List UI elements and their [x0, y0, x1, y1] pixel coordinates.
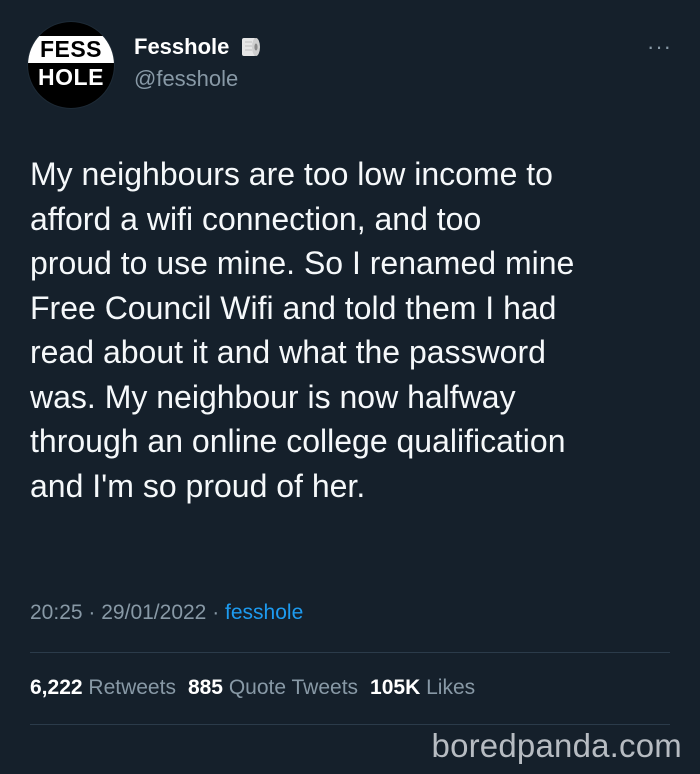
tweet-stats: 6,222 Retweets 885 Quote Tweets 105K Likes: [30, 676, 475, 700]
avatar-text-bottom: HOLE: [38, 64, 104, 90]
retweets-label: Retweets: [88, 676, 176, 699]
quote-tweets-stat[interactable]: 885 Quote Tweets: [188, 676, 358, 699]
divider: [30, 652, 670, 653]
tweet: FESS HOLE Fesshole @fesshole ··· My neig…: [0, 0, 700, 774]
tweet-meta: 20:25 · 29/01/2022 · fesshole: [30, 601, 303, 625]
avatar-text-top: FESS: [28, 36, 114, 63]
tweet-header: FESS HOLE Fesshole @fesshole ···: [28, 22, 672, 108]
retweets-count: 6,222: [30, 676, 83, 699]
retweets-stat[interactable]: 6,222 Retweets: [30, 676, 176, 699]
likes-label: Likes: [426, 676, 476, 699]
quote-tweets-label: Quote Tweets: [228, 676, 359, 699]
user-handle[interactable]: @fesshole: [134, 66, 263, 92]
avatar[interactable]: FESS HOLE: [28, 22, 114, 108]
user-info: Fesshole @fesshole: [134, 32, 263, 92]
quote-tweets-count: 885: [187, 676, 223, 699]
likes-count: 105K: [370, 676, 421, 699]
more-options-icon[interactable]: ···: [647, 36, 672, 58]
toilet-paper-icon: [239, 35, 263, 59]
tweet-date[interactable]: 29/01/2022: [101, 601, 206, 624]
divider-bottom: [30, 724, 670, 725]
watermark: boredpanda.com: [431, 727, 682, 764]
display-name-row: Fesshole: [134, 32, 263, 62]
meta-separator: ·: [88, 601, 96, 624]
likes-stat[interactable]: 105K Likes: [370, 676, 475, 699]
tweet-text: My neighbours are too low income to affo…: [30, 156, 575, 504]
display-name[interactable]: Fesshole: [134, 34, 229, 60]
meta-separator-2: ·: [212, 601, 220, 624]
tweet-source[interactable]: fesshole: [225, 601, 303, 624]
tweet-time[interactable]: 20:25: [30, 601, 83, 624]
